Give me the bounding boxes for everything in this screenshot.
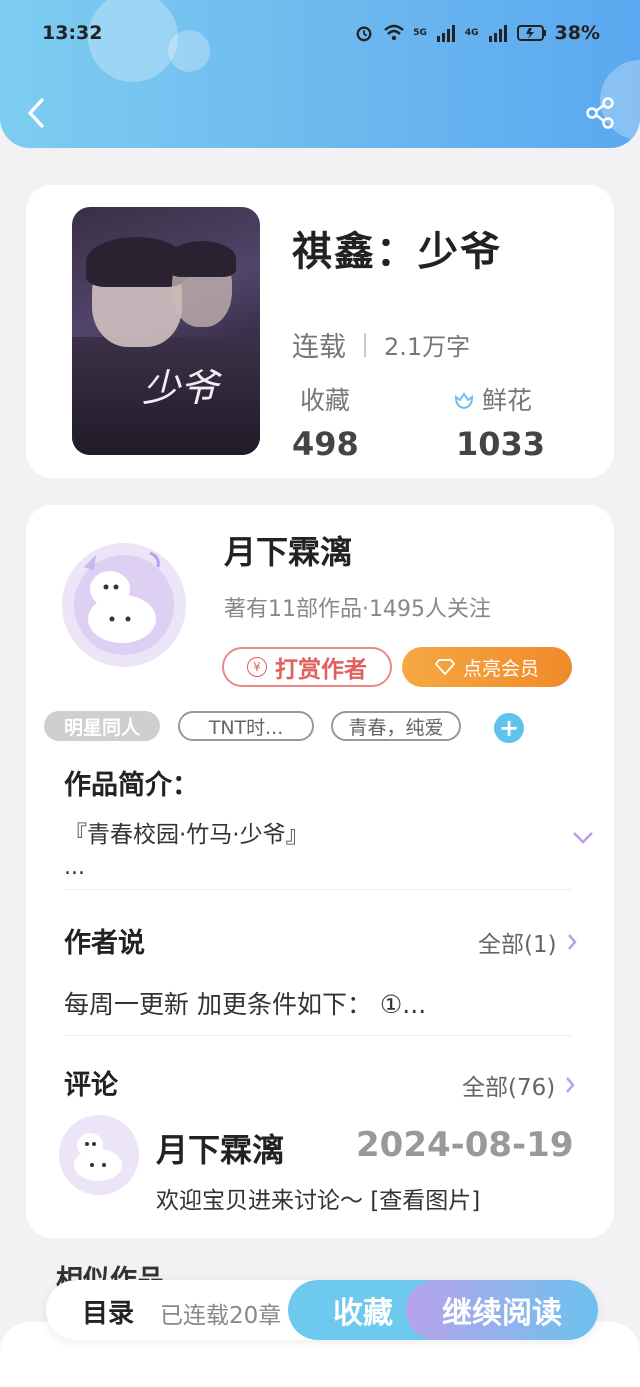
author-says-all-link[interactable]: 全部(1) [478, 925, 577, 959]
commenter-name[interactable]: 月下霖漓 [156, 1125, 284, 1171]
tag-chip[interactable]: 青春，纯爱 [331, 711, 461, 741]
book-meta: 连载 2.1万字 [292, 325, 470, 364]
book-word-count: 2.1万字 [384, 333, 471, 361]
divider [64, 1035, 572, 1036]
meta-divider [364, 332, 366, 357]
intro-text: 『青春校园·竹马·少爷』 [64, 822, 309, 848]
share-icon[interactable] [584, 96, 616, 130]
table-of-contents-button[interactable]: 目录 [82, 1293, 134, 1330]
flower-icon [454, 392, 474, 410]
battery-icon [516, 25, 546, 41]
continue-reading-button[interactable]: 继续阅读 [406, 1280, 598, 1340]
chevron-right-icon [567, 934, 577, 950]
comments-all-link[interactable]: 全部(76) [462, 1068, 575, 1102]
author-avatar[interactable] [54, 527, 194, 677]
author-says-text[interactable]: 每周一更新 加更条件如下： ①... [64, 985, 426, 1021]
yen-icon: ¥ [247, 657, 267, 677]
signal-4g-label: 4G [464, 28, 479, 38]
details-card: 月下霖漓 著有11部作品·1495人关注 ¥ 打赏作者 点亮会员 明星同人 TN… [26, 505, 614, 1238]
signal-bars-icon [436, 25, 455, 42]
battery-percent: 38% [554, 22, 600, 44]
book-title: 祺鑫：少爷 [292, 229, 502, 275]
comments-heading: 评论 [64, 1070, 118, 1101]
reward-author-button[interactable]: ¥ 打赏作者 [222, 647, 392, 687]
activate-vip-label: 点亮会员 [462, 657, 539, 680]
comments-all-label: 全部(76) [462, 1075, 556, 1101]
favorites-count: 498 [292, 425, 359, 463]
status-icons: 5G 4G 38% [353, 22, 600, 44]
cover-title-text: 少爷 [142, 366, 219, 410]
chevron-right-icon [566, 1077, 575, 1093]
reward-author-label: 打赏作者 [275, 657, 367, 683]
intro-ellipsis: ... [64, 855, 85, 880]
author-name[interactable]: 月下霖漓 [224, 527, 352, 573]
book-cover-image[interactable]: 少爷 [72, 207, 260, 455]
back-arrow-icon[interactable] [22, 96, 48, 130]
signal-bars-icon [488, 25, 507, 42]
chevron-down-icon[interactable] [572, 831, 594, 845]
header-bar: 13:32 5G 4G 38% [0, 0, 640, 148]
alarm-icon [356, 26, 372, 42]
flowers-label-group: 鲜花 [452, 381, 532, 417]
commenter-avatar[interactable] [54, 1105, 144, 1201]
chapter-progress: 已连载20章 [160, 1303, 282, 1329]
tag-chip[interactable]: TNT时... [178, 711, 314, 741]
divider [64, 889, 572, 890]
book-status: 连载 [292, 332, 346, 363]
add-tag-button[interactable]: + [494, 713, 524, 743]
signal-5g-label: 5G [413, 28, 427, 38]
author-says-heading: 作者说 [64, 928, 145, 959]
flowers-count: 1033 [456, 425, 546, 463]
comment-text[interactable]: 欢迎宝贝进来讨论～ [查看图片] [156, 1181, 480, 1215]
author-says-all-label: 全部(1) [478, 932, 557, 958]
decor-bubble [168, 30, 210, 72]
author-stats: 著有11部作品·1495人关注 [224, 597, 491, 622]
status-time: 13:32 [42, 22, 103, 44]
wifi-icon [384, 24, 405, 41]
cover-art [168, 241, 236, 277]
tag-chip[interactable]: 明星同人 [44, 711, 160, 741]
intro-heading: 作品简介： [64, 770, 199, 801]
diamond-icon [434, 659, 455, 675]
flowers-label: 鲜花 [482, 386, 533, 415]
book-info-card: 少爷 祺鑫：少爷 连载 2.1万字 收藏 498 鲜花 1033 [26, 185, 614, 478]
activate-vip-button[interactable]: 点亮会员 [402, 647, 572, 687]
favorites-label: 收藏 [300, 386, 351, 415]
comment-date: 2024-08-19 [356, 1125, 574, 1165]
